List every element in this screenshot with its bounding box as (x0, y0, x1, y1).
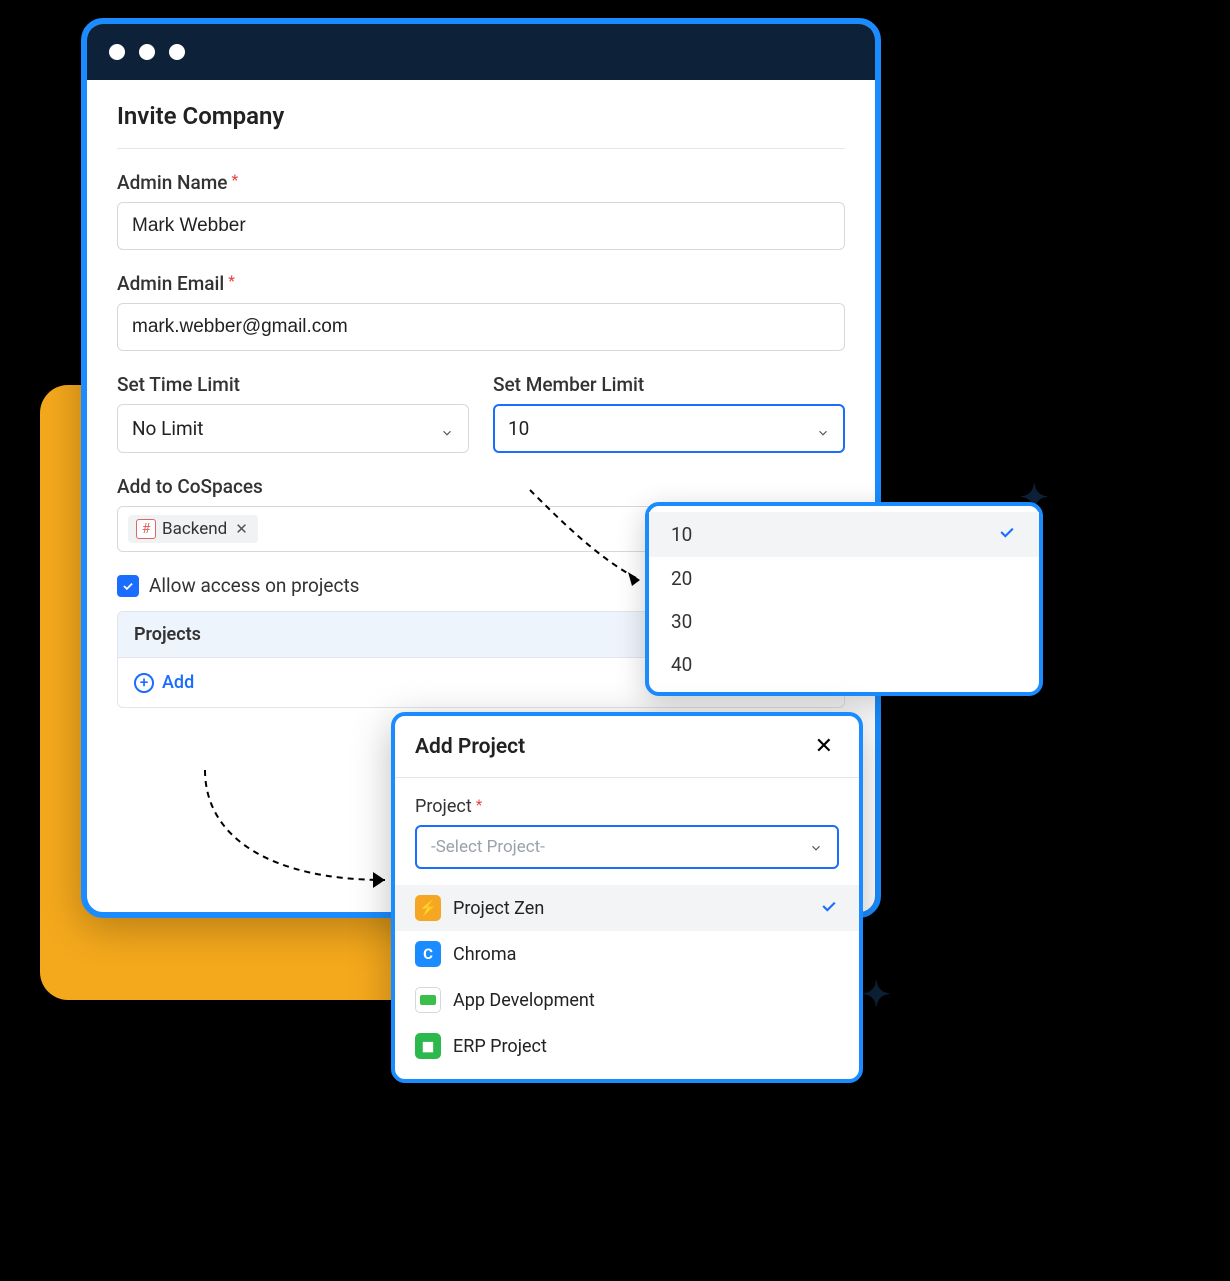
project-option[interactable]: ◼ ERP Project (395, 1023, 859, 1069)
modal-title: Invite Company (117, 102, 845, 149)
required-asterisk-icon: * (476, 796, 482, 814)
project-option-label: App Development (453, 990, 595, 1011)
admin-email-field[interactable] (117, 303, 845, 351)
admin-email-label: Admin Email* (117, 272, 845, 295)
member-limit-label: Set Member Limit (493, 373, 845, 396)
project-select-placeholder: -Select Project- (431, 837, 545, 857)
chevron-down-icon (816, 422, 830, 436)
cospace-chip-label: Backend (162, 519, 227, 539)
project-app-icon (415, 987, 441, 1013)
option-label: 20 (671, 567, 692, 590)
project-option[interactable]: C Chroma (395, 931, 859, 977)
option-label: 30 (671, 610, 692, 633)
option-label: 40 (671, 653, 692, 676)
project-option-label: ERP Project (453, 1036, 547, 1057)
cospaces-label: Add to CoSpaces (117, 475, 845, 498)
admin-email-label-text: Admin Email (117, 272, 224, 295)
member-limit-select[interactable]: 10 (493, 404, 845, 453)
close-icon[interactable]: ✕ (809, 732, 839, 761)
member-limit-option[interactable]: 40 (649, 643, 1039, 686)
project-option-label: Chroma (453, 944, 516, 965)
window-dot-icon (169, 44, 185, 60)
time-limit-value: No Limit (132, 417, 203, 440)
project-field-label-text: Project (415, 796, 472, 817)
check-icon (997, 522, 1017, 547)
window-dot-icon (139, 44, 155, 60)
member-limit-option[interactable]: 20 (649, 557, 1039, 600)
project-field-label: Project* (415, 796, 839, 817)
option-label: 10 (671, 523, 692, 546)
add-label: Add (162, 672, 194, 693)
member-limit-dropdown: 10 20 30 40 (645, 502, 1043, 696)
project-option-label: Project Zen (453, 898, 544, 919)
sparkle-icon: ✦ (862, 975, 891, 1015)
chevron-down-icon (440, 422, 454, 436)
admin-name-label-text: Admin Name (117, 171, 227, 194)
member-limit-option[interactable]: 10 (649, 512, 1039, 557)
project-app-icon: C (415, 941, 441, 967)
time-limit-select[interactable]: No Limit (117, 404, 469, 453)
required-asterisk-icon: * (228, 272, 235, 290)
add-project-modal: Add Project ✕ Project* -Select Project- … (391, 712, 863, 1083)
window-dot-icon (109, 44, 125, 60)
time-limit-label: Set Time Limit (117, 373, 469, 396)
member-limit-option[interactable]: 30 (649, 600, 1039, 643)
project-app-icon: ◼ (415, 1033, 441, 1059)
admin-name-label: Admin Name* (117, 171, 845, 194)
admin-name-field[interactable] (117, 202, 845, 250)
project-option[interactable]: App Development (395, 977, 859, 1023)
allow-access-label: Allow access on projects (149, 574, 359, 597)
chip-remove-icon[interactable]: ✕ (233, 520, 250, 538)
project-app-icon: ⚡ (415, 895, 441, 921)
hash-icon: # (136, 519, 156, 539)
project-option-list: ⚡ Project Zen C Chroma App Development ◼ ERP P… (395, 883, 859, 1079)
cospace-chip: # Backend ✕ (128, 515, 258, 543)
plus-circle-icon: + (134, 673, 154, 693)
add-project-title: Add Project (415, 735, 525, 759)
member-limit-value: 10 (508, 417, 529, 440)
project-select[interactable]: -Select Project- (415, 825, 839, 869)
project-option[interactable]: ⚡ Project Zen (395, 885, 859, 931)
chevron-down-icon (809, 840, 823, 854)
check-icon (819, 896, 839, 921)
required-asterisk-icon: * (231, 171, 238, 189)
window-titlebar (87, 24, 875, 80)
allow-access-checkbox[interactable] (117, 575, 139, 597)
